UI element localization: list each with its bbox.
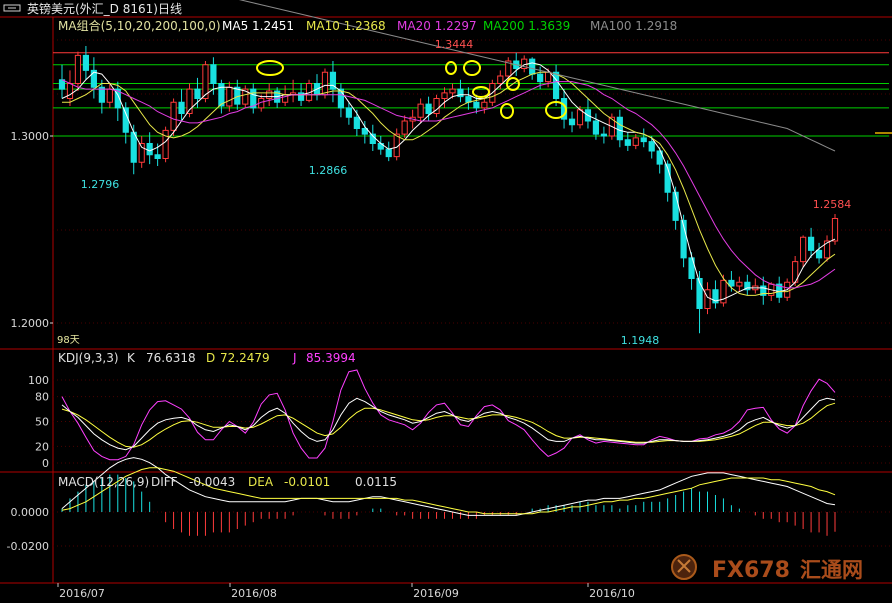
candle-down [385, 148, 392, 158]
watermark-brand: FX678 [712, 558, 790, 583]
candle-down [648, 141, 655, 152]
kdj-y-tick-label: 80 [35, 391, 49, 404]
macd-legend-item: MACD(12,26,9) [58, 475, 149, 489]
candle-down [552, 71, 560, 99]
kdj-legend-item: 85.3994 [306, 351, 356, 365]
candle-up [417, 103, 424, 118]
kdj-legend-item: K [127, 351, 136, 365]
candle-down [807, 236, 815, 251]
candle-down [640, 137, 647, 143]
kdj-legend-item: 76.6318 [146, 351, 196, 365]
candle-up [441, 92, 448, 99]
kdj-y-tick-label: 100 [28, 374, 49, 387]
x-axis-label: 2016/07 [59, 587, 105, 600]
window-title: 英镑美元(外汇_D 8161)日线 [27, 1, 182, 16]
kdj-y-tick-label: 20 [35, 440, 49, 453]
price-annotation: 1.2796 [81, 178, 120, 191]
macd-legend-item: -0.0101 [284, 475, 330, 489]
candle-up [481, 101, 488, 109]
ma-legend-item: MA5 1.2451 [222, 19, 294, 33]
candle-down [592, 120, 600, 135]
candle-down [194, 88, 201, 99]
y-tick-label: 1.3000 [11, 130, 50, 143]
candle-down [568, 118, 576, 126]
fx678-watermark [671, 554, 697, 580]
candle-up [736, 281, 743, 287]
candle-up [66, 83, 74, 99]
x-axis-label: 2016/08 [231, 587, 277, 600]
macd-y-tick-label: -0.0200 [7, 540, 49, 553]
macd-legend-item: DIFF [151, 475, 178, 489]
candle-up [321, 71, 329, 96]
kdj-y-tick-label: 0 [42, 457, 49, 470]
candle-up [800, 236, 807, 263]
macd-y-tick-label: 0.0000 [11, 506, 50, 519]
candle-down [154, 154, 161, 159]
candle-up [576, 109, 584, 126]
candle-down [529, 58, 536, 75]
candle-up [106, 88, 113, 103]
candle-down [600, 133, 607, 137]
x-axis-label: 2016/09 [413, 587, 459, 600]
kdj-legend-item: D [206, 351, 215, 365]
candle-up [704, 289, 711, 309]
ma-legend-item: MA200 1.3639 [483, 19, 570, 33]
candle-down [616, 116, 623, 141]
candle-down [815, 249, 823, 259]
candle-up [266, 90, 273, 99]
chart-background [0, 0, 892, 603]
candle-down [345, 107, 352, 118]
candle-down [146, 143, 153, 156]
kdj-y-tick-label: 50 [35, 416, 49, 429]
candle-down [82, 54, 90, 71]
candle-down [624, 139, 631, 146]
candle-up [545, 71, 552, 83]
candle-up [823, 240, 831, 259]
price-annotation: 1.2866 [309, 164, 348, 177]
price-annotation: 1.2584 [813, 198, 852, 211]
candle-up [74, 54, 82, 84]
candle-down [58, 79, 66, 90]
ma-legend-item: MA100 1.2918 [590, 19, 677, 33]
kdj-legend-item: 72.2479 [220, 351, 270, 365]
watermark-cn: 汇通网 [800, 558, 863, 582]
candle-down [473, 101, 480, 109]
candle-up [401, 120, 408, 135]
ma-legend-item: MA组合(5,10,20,200,100,0) [58, 18, 221, 33]
candle-down [210, 64, 217, 84]
candle-down [537, 73, 544, 83]
candle-up [170, 101, 177, 131]
candle-up [632, 137, 639, 146]
y-tick-label: 1.2000 [11, 317, 50, 330]
candle-up [449, 88, 456, 94]
price-annotation: 1.1948 [621, 334, 660, 347]
kdj-legend-item: J [292, 351, 297, 365]
price-annotation: 1.3444 [435, 38, 474, 51]
x-axis-label: 2016/10 [589, 587, 635, 600]
candle-down [425, 103, 432, 114]
chart-canvas: 英镑美元(外汇_D 8161)日线 1.3000 1.2000 1.2796 1.286… [0, 0, 892, 603]
candle-down [178, 101, 185, 114]
kdj-legend-item: KDJ(9,3,3) [58, 351, 119, 365]
ma-legend-item: MA10 1.2368 [306, 19, 386, 33]
candle-up [831, 218, 839, 242]
candle-down [353, 116, 360, 129]
macd-legend-item: 0.0115 [355, 475, 397, 489]
ma-legend-item: MA20 1.2297 [397, 19, 477, 33]
candle-up [162, 129, 169, 159]
candle-up [497, 75, 504, 84]
macd-legend-item: -0.0043 [189, 475, 235, 489]
candle-down [122, 107, 129, 133]
candle-down [672, 191, 679, 221]
candle-up [226, 86, 233, 107]
macd-legend-item: DEA [248, 475, 274, 489]
period-label: 98天 [57, 335, 80, 346]
